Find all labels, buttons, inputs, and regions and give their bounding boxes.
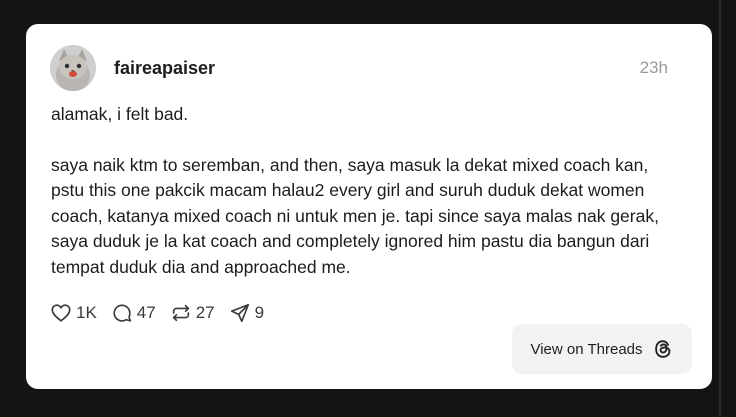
heart-icon: [50, 302, 72, 324]
repost-button[interactable]: 27: [170, 302, 215, 324]
post-header: faireapaiser 23h: [50, 44, 668, 92]
cat-avatar-icon: [50, 45, 96, 91]
page-scroll-rail: [719, 0, 721, 417]
view-on-threads-label: View on Threads: [530, 340, 643, 358]
post-text: alamak, i felt bad. saya naik ktm to ser…: [51, 102, 671, 280]
avatar[interactable]: [50, 45, 96, 91]
comment-icon: [111, 302, 133, 324]
threads-icon: [652, 338, 674, 360]
post-paragraph: alamak, i felt bad.: [51, 104, 189, 124]
like-button[interactable]: 1K: [50, 302, 97, 324]
repost-count: 27: [195, 303, 215, 322]
threads-post-card: faireapaiser 23h alamak, i felt bad. say…: [26, 24, 712, 389]
reply-count: 47: [136, 303, 156, 322]
post-timestamp: 23h: [639, 58, 668, 77]
share-count: 9: [254, 303, 265, 322]
post-actions: 1K 47 27 9: [50, 302, 278, 324]
like-count: 1K: [76, 303, 97, 322]
share-button[interactable]: 9: [229, 302, 264, 324]
username[interactable]: faireapaiser: [114, 58, 640, 79]
view-on-threads-button[interactable]: View on Threads: [512, 324, 692, 374]
repost-icon: [170, 302, 192, 324]
send-icon: [229, 302, 251, 324]
post-paragraph: saya naik ktm to seremban, and then, say…: [51, 154, 659, 277]
reply-button[interactable]: 47: [111, 302, 156, 324]
